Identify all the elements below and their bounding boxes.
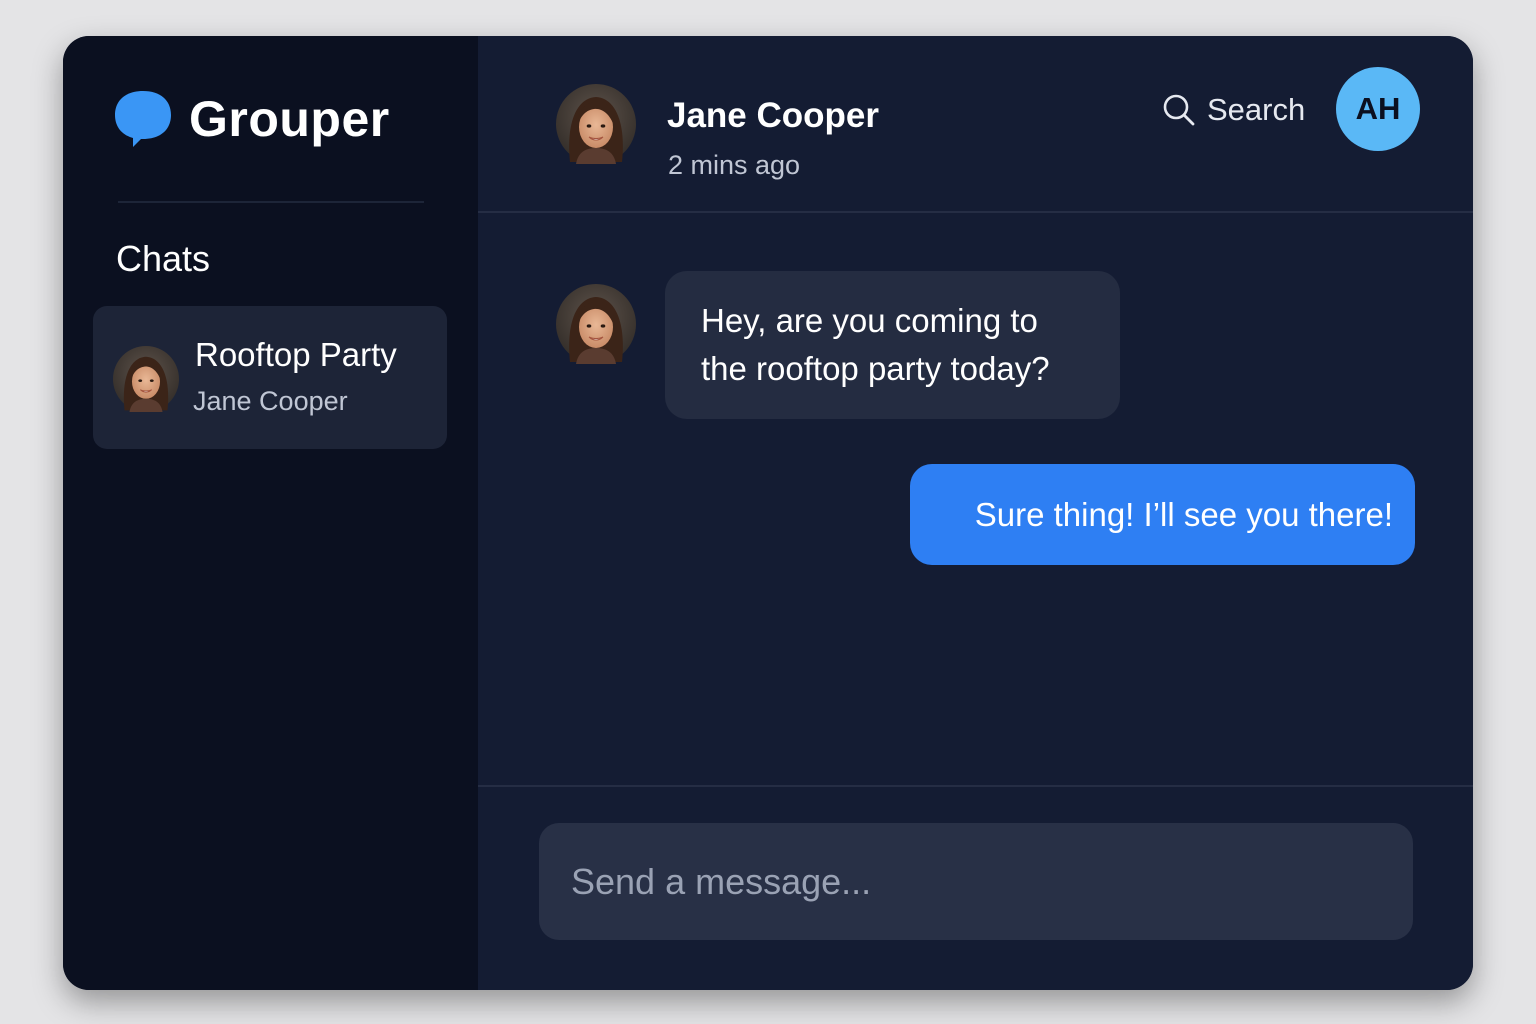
chat-list-item-rooftop-party[interactable]: Rooftop Party Jane Cooper <box>93 306 447 449</box>
conversation-header: Jane Cooper 2 mins ago Search AH <box>478 36 1473 213</box>
message-text-line: the rooftop party today? <box>701 350 1050 387</box>
last-seen-status: 2 mins ago <box>668 150 801 180</box>
chats-heading: Chats <box>116 238 211 279</box>
outgoing-message-bubble: Sure thing! I’ll see you there! <box>910 464 1415 565</box>
chat-item-subtitle: Jane Cooper <box>193 386 348 416</box>
contact-name: Jane Cooper <box>667 96 879 135</box>
message-sender-avatar <box>556 284 636 364</box>
message-input[interactable] <box>539 823 1413 940</box>
app-name: Grouper <box>189 91 390 147</box>
brand[interactable]: Grouper <box>113 88 390 150</box>
sidebar: Grouper Chats Rooftop Party Jane Cooper <box>63 36 478 990</box>
jane-cooper-avatar <box>113 346 179 412</box>
message-text: Sure thing! I’ll see you there! <box>974 495 1393 533</box>
search-button[interactable]: Search <box>1161 92 1305 128</box>
message-text-line: Hey, are you coming to <box>701 302 1038 339</box>
chat-item-title: Rooftop Party <box>195 336 397 373</box>
divider <box>478 785 1473 787</box>
contact-avatar[interactable] <box>556 84 636 164</box>
user-avatar[interactable]: AH <box>1336 67 1420 151</box>
conversation-pane: Jane Cooper 2 mins ago Search AH Hey, ar… <box>478 36 1473 990</box>
search-icon <box>1163 94 1195 126</box>
search-label: Search <box>1207 92 1306 127</box>
app-window: Grouper Chats Rooftop Party Jane Cooper … <box>63 36 1473 990</box>
chat-bubble-icon <box>115 91 171 147</box>
incoming-message-bubble: Hey, are you coming to the rooftop party… <box>665 271 1120 419</box>
divider <box>118 201 424 203</box>
